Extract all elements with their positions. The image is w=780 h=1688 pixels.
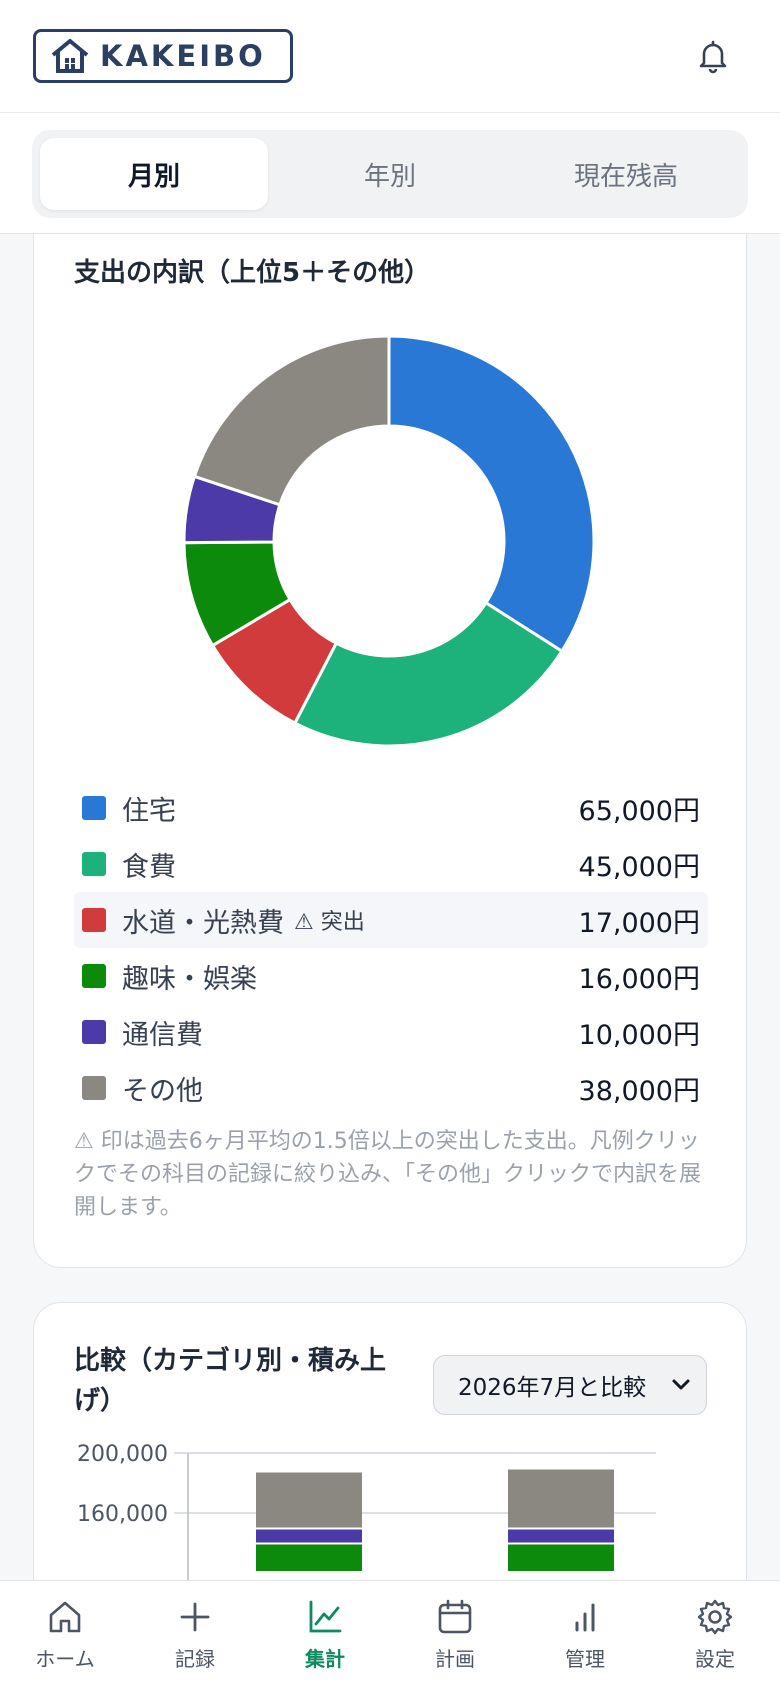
breakdown-title: 支出の内訳（上位5＋その他）	[74, 258, 431, 288]
legend-value: 16,000円	[578, 963, 700, 995]
nav-label: 集計	[305, 1647, 345, 1671]
nav-label: 記録	[175, 1647, 215, 1671]
legend-label: 食費	[122, 851, 176, 883]
donut-slice[interactable]	[292, 600, 564, 748]
plus-icon	[180, 1602, 210, 1632]
legend-swatch	[82, 1076, 106, 1100]
legend-note: ⚠ 印は過去6ヶ月平均の1.5倍以上の突出した支出。凡例クリックでその科目の記録…	[74, 1129, 702, 1220]
bar-segment[interactable]	[508, 1544, 614, 1572]
legend-swatch	[82, 852, 106, 876]
legend-item[interactable]: 通信費 10,000円	[74, 1004, 708, 1060]
nav-manage[interactable]: 管理	[520, 1581, 650, 1688]
bar-segment[interactable]	[256, 1544, 362, 1572]
legend-label: 通信費	[122, 1019, 203, 1051]
nav-plan[interactable]: 計画	[390, 1581, 520, 1688]
nav-label: 計画	[435, 1647, 475, 1671]
compare-title: 比較（カテゴリ別・積み上げ）	[74, 1346, 387, 1416]
tab-current-balance[interactable]: 現在残高	[512, 138, 740, 210]
bar-segment[interactable]	[508, 1529, 614, 1543]
donut-slice[interactable]	[387, 334, 596, 654]
bar-segment[interactable]	[256, 1472, 362, 1528]
legend-value: 17,000円	[578, 907, 700, 939]
legend-value: 10,000円	[578, 1019, 700, 1051]
bell-icon[interactable]	[693, 36, 733, 76]
legend-label: 住宅	[122, 795, 176, 827]
compare-month-select[interactable]: 2026年7月と比較	[433, 1355, 707, 1415]
legend-swatch	[82, 796, 106, 820]
nav-summary[interactable]: 集計	[260, 1581, 390, 1688]
nav-label: ホーム	[35, 1647, 95, 1671]
legend-item[interactable]: その他 38,000円	[74, 1060, 708, 1116]
bar-segment[interactable]	[508, 1469, 614, 1528]
legend-value: 45,000円	[578, 851, 700, 883]
period-tabs-bar: 月別 年別 現在残高	[0, 113, 780, 234]
spike-warning-badge: ⚠ 突出	[294, 910, 365, 935]
legend-label: その他	[122, 1075, 203, 1107]
legend-item[interactable]: 住宅 65,000円	[74, 780, 708, 836]
chart-line-icon	[309, 1600, 342, 1633]
y-tick-label: 160,000	[77, 1502, 168, 1527]
breakdown-card: 支出の内訳（上位5＋その他） 住宅 65,000円食費 45,000円水道・光熱費 ⚠…	[33, 200, 747, 1268]
donut-slice[interactable]	[192, 334, 391, 507]
bar-chart-icon	[575, 1603, 595, 1632]
nav-label: 管理	[565, 1647, 605, 1671]
app-logo[interactable]: KAKEIBO	[33, 29, 293, 83]
legend-swatch	[82, 908, 106, 932]
legend-item[interactable]: 水道・光熱費 ⚠ 突出 17,000円	[74, 892, 708, 948]
legend-label: 水道・光熱費	[122, 907, 284, 939]
app-header: KAKEIBO	[0, 0, 780, 113]
nav-settings[interactable]: 設定	[650, 1581, 780, 1688]
logo-text: KAKEIBO	[100, 39, 266, 73]
chevron-down-icon	[672, 1379, 690, 1390]
chart-legend: 住宅 65,000円食費 45,000円水道・光熱費 ⚠ 突出 17,000円趣味・娯楽…	[74, 780, 708, 1116]
tab-yearly[interactable]: 年別	[276, 138, 504, 210]
bar-segment[interactable]	[256, 1529, 362, 1543]
bottom-nav: ホーム 記録 集計 計画 管理 設定	[0, 1580, 780, 1688]
legend-value: 65,000円	[578, 795, 700, 827]
y-tick-label: 200,000	[77, 1442, 168, 1467]
house-icon	[51, 39, 89, 73]
legend-item[interactable]: 食費 45,000円	[74, 836, 708, 892]
legend-swatch	[82, 964, 106, 988]
home-icon	[49, 1601, 81, 1633]
legend-item[interactable]: 趣味・娯楽 16,000円	[74, 948, 708, 1004]
donut-chart	[182, 334, 596, 748]
calendar-icon	[438, 1599, 472, 1634]
nav-home[interactable]: ホーム	[0, 1581, 130, 1688]
compare-select-value: 2026年7月と比較	[458, 1375, 647, 1401]
gear-icon	[697, 1599, 733, 1635]
tab-monthly[interactable]: 月別	[40, 138, 268, 210]
nav-label: 設定	[695, 1647, 735, 1671]
nav-record[interactable]: 記録	[130, 1581, 260, 1688]
legend-swatch	[82, 1020, 106, 1044]
period-tabs: 月別 年別 現在残高	[32, 130, 748, 218]
legend-value: 38,000円	[578, 1075, 700, 1107]
legend-label: 趣味・娯楽	[122, 963, 257, 995]
